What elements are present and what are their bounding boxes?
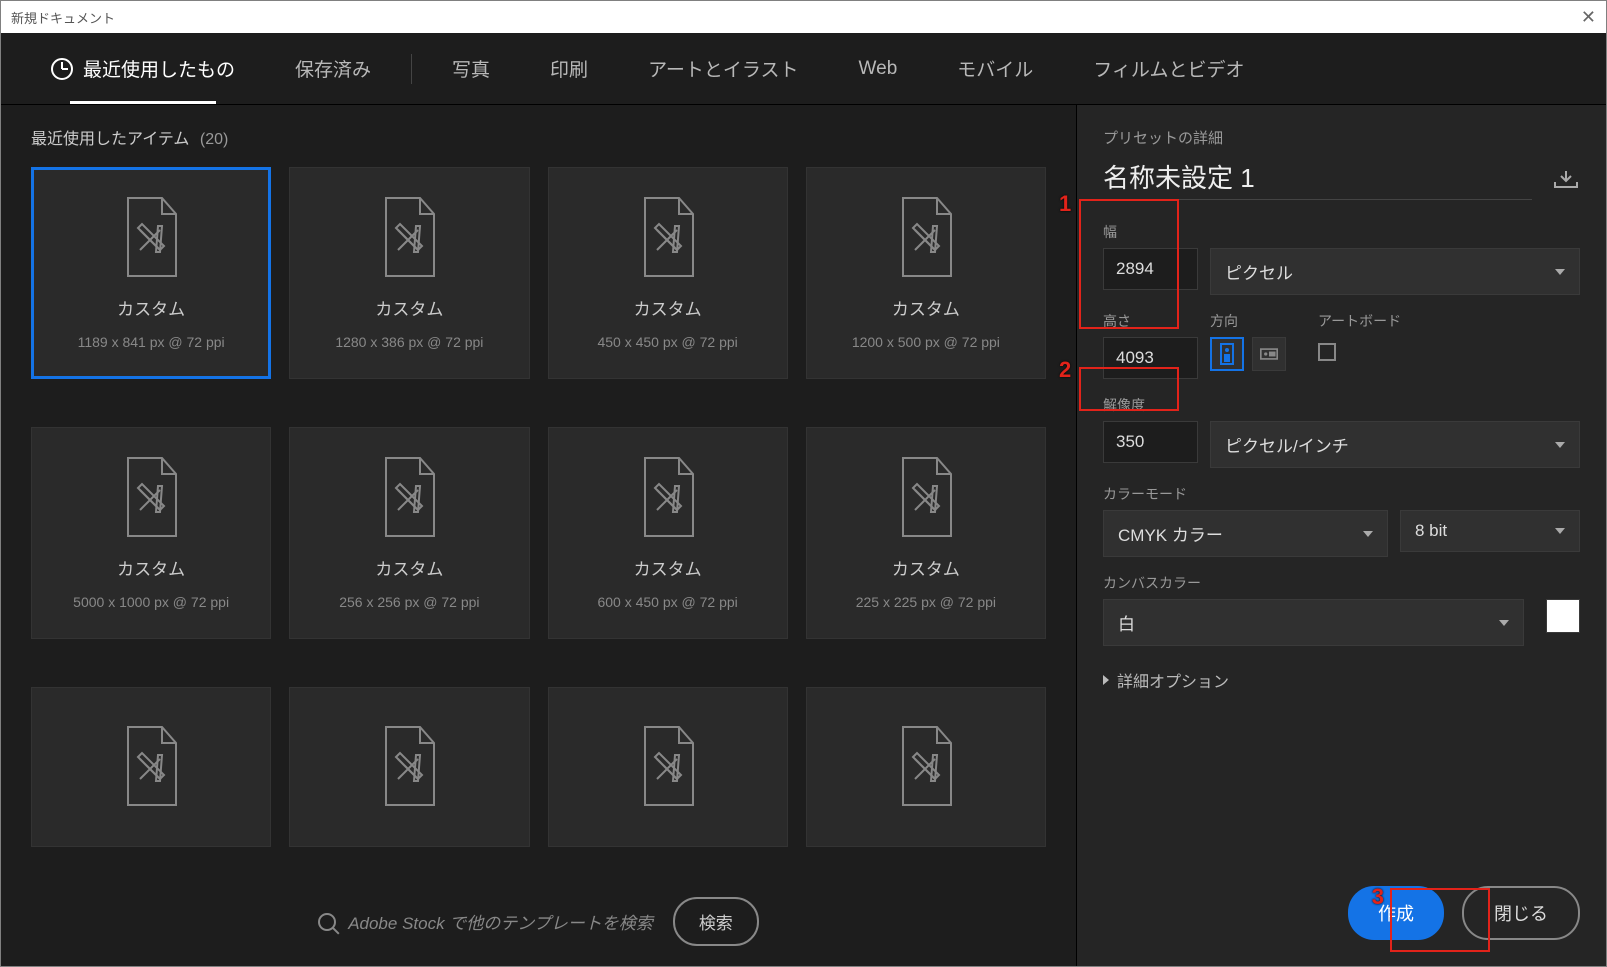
create-button[interactable]: 作成 [1348,886,1444,940]
tab-art[interactable]: アートとイラスト [618,33,828,104]
preset-card[interactable] [806,687,1046,847]
tab-photo[interactable]: 写真 [422,33,520,104]
width-input[interactable]: 2894 [1103,248,1198,290]
preset-card-meta: 225 x 225 px @ 72 ppi [856,594,996,610]
orientation-portrait-button[interactable] [1210,337,1244,371]
chevron-down-icon [1555,442,1565,448]
resolution-label: 解像度 [1103,395,1580,415]
orientation-landscape-button[interactable] [1252,337,1286,371]
file-custom-icon [116,456,186,541]
document-name-input[interactable]: 名称未設定 1 [1103,158,1532,200]
save-preset-icon[interactable] [1552,169,1580,189]
preset-card[interactable]: カスタム 600 x 450 px @ 72 ppi [548,427,788,639]
file-custom-icon [633,456,703,541]
preset-card-label: カスタム [634,555,702,580]
file-custom-icon [374,725,444,810]
file-custom-icon [891,725,961,810]
recent-items-label: 最近使用したアイテム (20) [31,125,1046,149]
search-icon [318,913,336,931]
tab-mobile[interactable]: モバイル [927,33,1063,104]
tab-print[interactable]: 印刷 [520,33,618,104]
preset-card[interactable]: カスタム 225 x 225 px @ 72 ppi [806,427,1046,639]
colormode-label: カラーモード [1103,484,1580,504]
stock-search-input[interactable]: Adobe Stock で他のテンプレートを検索 [318,909,653,934]
resolution-input[interactable]: 350 [1103,421,1198,463]
preset-card[interactable]: カスタム 5000 x 1000 px @ 72 ppi [31,427,271,639]
preset-card-meta: 1200 x 500 px @ 72 ppi [852,334,1000,350]
new-document-dialog: 新規ドキュメント ✕ 最近使用したもの 保存済み 写真 印刷 アートとイラスト … [0,0,1607,967]
chevron-down-icon [1363,531,1373,537]
tab-saved[interactable]: 保存済み [265,33,401,104]
preset-card-meta: 256 x 256 px @ 72 ppi [339,594,479,610]
tab-film[interactable]: フィルムとビデオ [1063,33,1274,104]
preset-card-label: カスタム [375,295,443,320]
height-label: 高さ [1103,311,1198,331]
chevron-down-icon [1499,620,1509,626]
preset-details-header: プリセットの詳細 [1103,127,1580,148]
advanced-options-toggle[interactable]: 詳細オプション [1103,668,1580,692]
close-icon[interactable]: ✕ [1581,7,1596,28]
file-custom-icon [633,725,703,810]
category-tabs: 最近使用したもの 保存済み 写真 印刷 アートとイラスト Web モバイル フィ… [1,33,1606,105]
preset-card-label: カスタム [892,295,960,320]
preset-card-meta: 1280 x 386 px @ 72 ppi [335,334,483,350]
preset-gallery: 最近使用したアイテム (20) カスタム 1189 x 841 px @ 72 p… [1,105,1076,966]
file-custom-icon [116,196,186,281]
file-custom-icon [374,196,444,281]
dialog-body: 最近使用したアイテム (20) カスタム 1189 x 841 px @ 72 p… [1,105,1606,966]
file-custom-icon [891,196,961,281]
preset-card-label: カスタム [117,295,185,320]
chevron-down-icon [1555,528,1565,534]
canvas-color-label: カンバスカラー [1103,573,1580,593]
preset-card[interactable]: カスタム 256 x 256 px @ 72 ppi [289,427,529,639]
file-custom-icon [374,456,444,541]
close-button[interactable]: 閉じる [1462,886,1580,940]
preset-card-label: カスタム [634,295,702,320]
preset-card-meta: 5000 x 1000 px @ 72 ppi [73,594,229,610]
preset-card-meta: 1189 x 841 px @ 72 ppi [78,334,225,350]
tab-web[interactable]: Web [829,33,928,104]
preset-card[interactable] [31,687,271,847]
chevron-down-icon [1555,269,1565,275]
orientation-label: 方向 [1210,311,1286,331]
canvas-color-swatch[interactable] [1546,599,1580,633]
file-custom-icon [633,196,703,281]
file-custom-icon [891,456,961,541]
preset-card[interactable]: カスタム 1280 x 386 px @ 72 ppi [289,167,529,379]
unit-select[interactable]: ピクセル [1210,248,1580,295]
colormode-select[interactable]: CMYK カラー [1103,510,1388,557]
stock-search-row: Adobe Stock で他のテンプレートを検索 検索 [31,877,1046,946]
canvas-color-select[interactable]: 白 [1103,599,1524,646]
dialog-content: 最近使用したもの 保存済み 写真 印刷 アートとイラスト Web モバイル フィ… [1,33,1606,966]
preset-card-label: カスタム [375,555,443,580]
preset-card[interactable]: カスタム 1189 x 841 px @ 72 ppi [31,167,271,379]
tab-divider [411,54,412,84]
stock-search-button[interactable]: 検索 [673,897,759,946]
artboard-label: アートボード [1318,311,1401,331]
preset-grid: カスタム 1189 x 841 px @ 72 ppi カスタム 1280 x 38… [31,167,1046,877]
caret-right-icon [1103,675,1109,685]
bitdepth-select[interactable]: 8 bit [1400,510,1580,552]
titlebar: 新規ドキュメント ✕ [1,1,1606,33]
preset-card-label: カスタム [117,555,185,580]
preset-details-panel: プリセットの詳細 名称未設定 1 幅 2894 ピクセル [1076,105,1606,966]
preset-card[interactable] [548,687,788,847]
preset-card-meta: 600 x 450 px @ 72 ppi [597,594,737,610]
clock-icon [51,58,73,80]
height-input[interactable]: 4093 [1103,337,1198,379]
artboard-checkbox[interactable] [1318,343,1336,361]
preset-card[interactable] [289,687,529,847]
width-label: 幅 [1103,222,1580,242]
tab-recent[interactable]: 最近使用したもの [21,33,265,104]
preset-card[interactable]: カスタム 450 x 450 px @ 72 ppi [548,167,788,379]
preset-card[interactable]: カスタム 1200 x 500 px @ 72 ppi [806,167,1046,379]
file-custom-icon [116,725,186,810]
preset-card-meta: 450 x 450 px @ 72 ppi [597,334,737,350]
preset-card-label: カスタム [892,555,960,580]
resolution-unit-select[interactable]: ピクセル/インチ [1210,421,1580,468]
window-title: 新規ドキュメント [11,8,115,27]
